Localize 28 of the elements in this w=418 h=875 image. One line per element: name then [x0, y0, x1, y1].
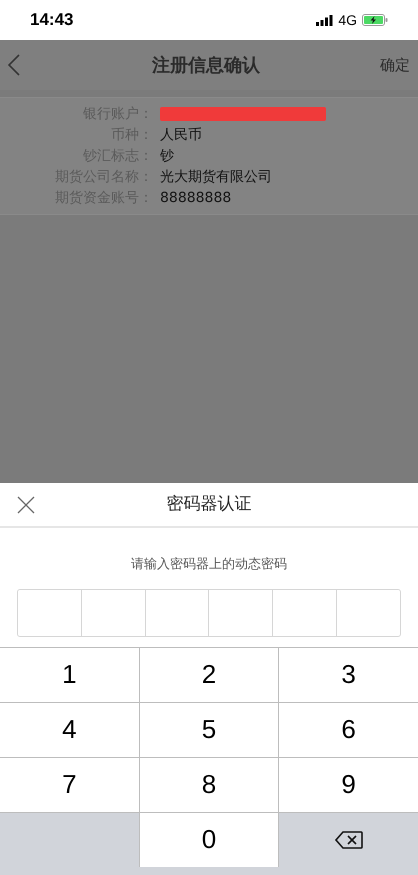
- keypad-key[interactable]: 9: [279, 758, 418, 812]
- confirm-button[interactable]: 确定: [380, 54, 410, 76]
- backspace-icon: [334, 830, 363, 848]
- detail-value: 88888888: [160, 188, 232, 208]
- keypad-key[interactable]: 7: [0, 758, 139, 812]
- detail-value: 钞: [160, 146, 174, 166]
- keypad-key[interactable]: 4: [0, 702, 139, 756]
- keypad-key[interactable]: 1: [0, 648, 139, 702]
- detail-value: 人民币: [160, 126, 202, 144]
- page-title: 注册信息确认: [152, 54, 260, 78]
- dialog-title: 密码器认证: [166, 492, 252, 516]
- back-chevron-icon: [8, 54, 20, 76]
- keypad-key[interactable]: 8: [140, 758, 278, 812]
- close-icon: [17, 496, 35, 514]
- close-button[interactable]: [16, 494, 36, 514]
- status-time: 14:43: [30, 9, 74, 32]
- keypad-key[interactable]: 2: [140, 648, 278, 702]
- code-input[interactable]: [17, 588, 401, 636]
- keypad-key[interactable]: 0: [140, 812, 278, 866]
- keypad-key[interactable]: 5: [140, 702, 278, 756]
- keypad-key[interactable]: 3: [279, 648, 418, 702]
- keypad-key[interactable]: 6: [279, 702, 418, 756]
- network-label: 4G: [338, 10, 357, 30]
- signal-icon: [316, 14, 334, 26]
- battery-charging-icon: [362, 14, 388, 26]
- dialog-prompt: 请输入密码器上的动态密码: [131, 556, 287, 574]
- delete-key[interactable]: [279, 812, 418, 866]
- detail-value: 光大期货有限公司: [160, 168, 272, 186]
